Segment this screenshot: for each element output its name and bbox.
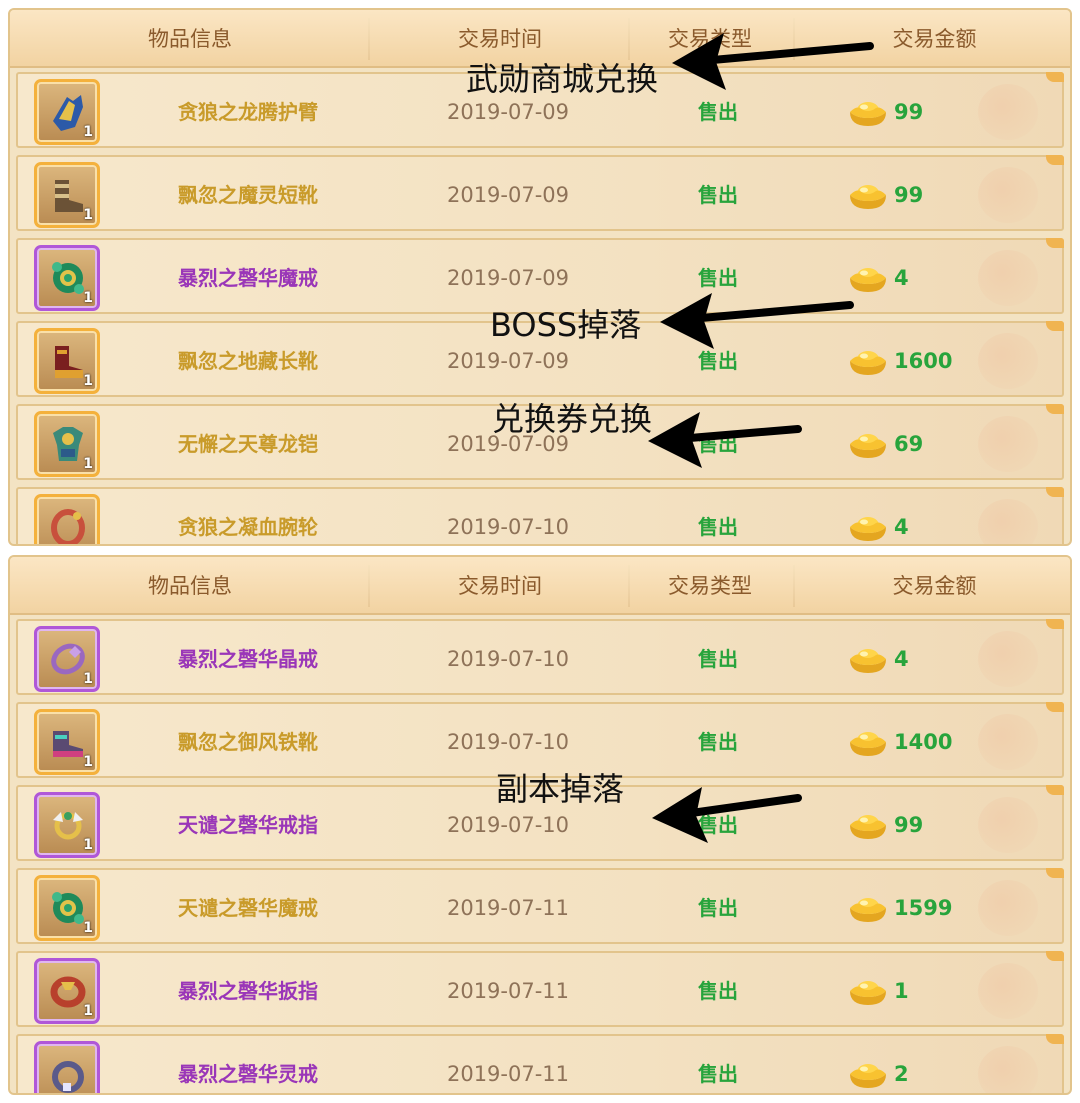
arrow-dungeon (652, 787, 802, 843)
annotation-arrows (648, 33, 874, 843)
arrow-coupon (648, 412, 802, 468)
arrow-wuxun (672, 33, 874, 90)
arrow-boss (660, 293, 854, 349)
